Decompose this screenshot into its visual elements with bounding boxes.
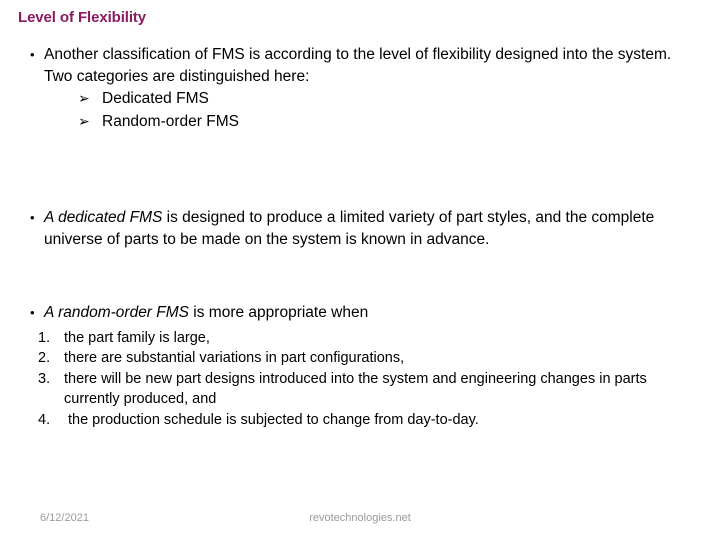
numbered-item-4-number: 4. (38, 411, 51, 428)
numbered-item-2-number: 2. (38, 350, 51, 366)
numbered-item-1-label: the part family is large, (64, 329, 210, 346)
bullet-item-1: • Another classification of FMS is accor… (22, 44, 702, 87)
numbered-item-1: 1. the part family is large, (0, 328, 720, 349)
bullet-item-2: • A dedicated FMS is designed to produce… (22, 207, 712, 250)
numbered-item-4: 4. the production schedule is subjected … (0, 410, 720, 431)
bullet-item-1-text: Another classification of FMS is accordi… (44, 46, 672, 85)
slide-body: • Another classification of FMS is accor… (0, 44, 720, 430)
sub-bullet-item-random-order-label: Random-order FMS (102, 113, 239, 130)
sub-bullet-list: ➢ Dedicated FMS ➢ Random-order FMS (0, 87, 720, 133)
sub-bullet-item-dedicated-label: Dedicated FMS (102, 90, 209, 107)
numbered-item-4-label: the production schedule is subjected to … (68, 411, 479, 428)
sub-bullet-item-random-order: ➢ Random-order FMS (0, 110, 720, 133)
numbered-item-3: 3. there will be new part designs introd… (0, 369, 720, 410)
sub-bullet-item-dedicated: ➢ Dedicated FMS (0, 87, 720, 110)
bullet-item-2-emphasis: A dedicated FMS (44, 209, 163, 226)
arrow-bullet-icon: ➢ (78, 90, 90, 106)
numbered-item-2-label: there are substantial variations in part… (64, 350, 405, 366)
numbered-item-2: 2. there are substantial variations in p… (0, 348, 720, 369)
bullet-item-3-text: A random-order FMS is more appropriate w… (44, 302, 712, 324)
bullet-dot-icon: • (30, 305, 35, 320)
bullet-dot-icon: • (30, 47, 35, 62)
numbered-item-1-number: 1. (38, 329, 51, 346)
slide-canvas: Level of Flexibility • Another classific… (0, 0, 720, 540)
arrow-bullet-icon: ➢ (78, 113, 90, 129)
bullet-item-3-emphasis: A random-order FMS (44, 304, 189, 321)
slide-footer: 6/12/2021 revotechnologies.net (0, 508, 720, 528)
page-title: Level of Flexibility (18, 9, 147, 26)
footer-source: revotechnologies.net (309, 512, 411, 524)
numbered-list: 1. the part family is large, 2. there ar… (0, 328, 720, 431)
bullet-item-2-text: A dedicated FMS is designed to produce a… (44, 207, 712, 250)
bullet-item-3: • A random-order FMS is more appropriate… (22, 302, 712, 324)
numbered-item-3-label: there will be new part designs introduce… (64, 370, 647, 408)
bullet-dot-icon: • (30, 210, 35, 225)
numbered-item-3-number: 3. (38, 370, 51, 387)
bullet-item-3-rest: is more appropriate when (189, 304, 369, 321)
